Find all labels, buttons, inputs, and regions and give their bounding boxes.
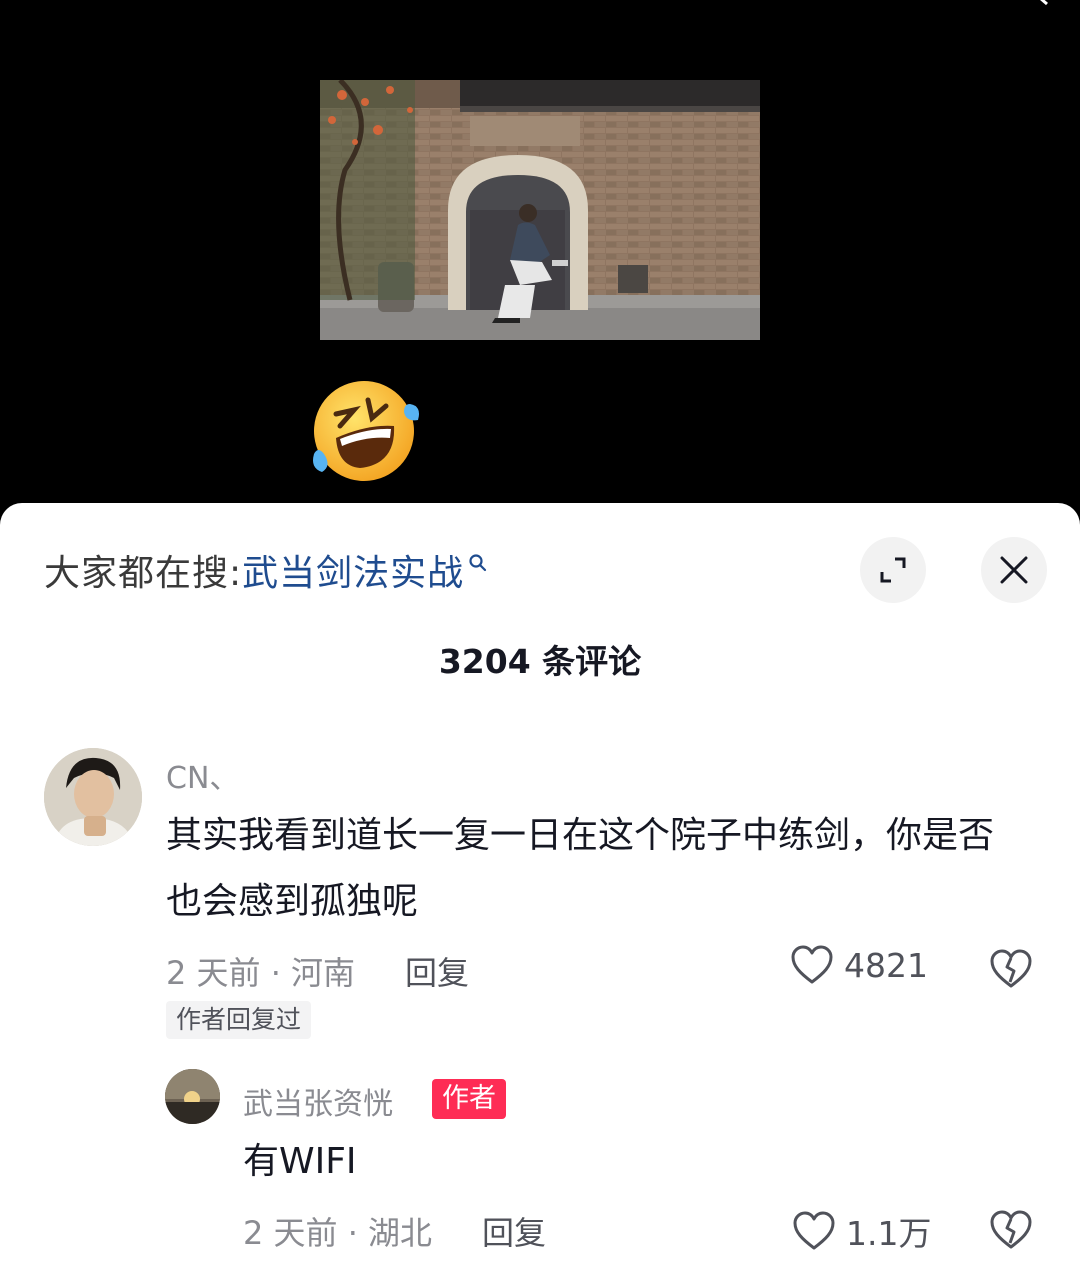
author-badge: 作者: [432, 1079, 506, 1119]
avatar[interactable]: [165, 1069, 220, 1124]
reply-button[interactable]: 回复: [405, 948, 469, 994]
close-icon: [1000, 556, 1028, 584]
reply-button[interactable]: 回复: [482, 1208, 546, 1254]
comment-username[interactable]: CN、: [166, 753, 239, 797]
broken-heart-icon[interactable]: [989, 946, 1033, 990]
like-count: 1.1万: [846, 1214, 932, 1253]
comment-text: 其实我看到道长一复一日在这个院子中练剑，你是否也会感到孤独呢: [166, 815, 995, 922]
expand-button[interactable]: [860, 537, 926, 603]
comments-sheet: 大家都在搜: 武当剑法实战 3204 条评论 CN、 其实我看到道长一复一日在这…: [0, 503, 1080, 1270]
heart-outline-icon: [791, 945, 833, 984]
video-thumbnail[interactable]: [320, 80, 760, 340]
broken-heart-icon[interactable]: [989, 1207, 1033, 1251]
video-player[interactable]: [0, 0, 1080, 520]
comment-meta: 2 天前 · 河南: [166, 954, 356, 992]
chevron-icon: [1040, 0, 1048, 6]
laughing-emoji: [313, 381, 419, 481]
expand-icon: [880, 557, 906, 583]
reply-username[interactable]: 武当张资恍: [243, 1079, 393, 1123]
reply-text: 有WIFI: [243, 1141, 357, 1182]
like-button[interactable]: 1.1万: [792, 1207, 931, 1255]
reply-meta: 2 天前 · 湖北: [243, 1214, 433, 1252]
like-count: 4821: [844, 945, 928, 985]
close-button[interactable]: [981, 537, 1047, 603]
avatar[interactable]: [44, 748, 142, 846]
trending-search-label: 大家都在搜:: [44, 553, 243, 594]
trending-search-term[interactable]: 武当剑法实战: [242, 544, 464, 596]
like-button[interactable]: 4821: [790, 945, 928, 985]
trending-search[interactable]: 大家都在搜: 武当剑法实战: [44, 545, 488, 595]
author-replied-tag: 作者回复过: [166, 1001, 312, 1039]
heart-outline-icon: [793, 1211, 835, 1250]
search-icon: [469, 554, 487, 572]
comments-count-title: 3204 条评论: [438, 642, 642, 681]
